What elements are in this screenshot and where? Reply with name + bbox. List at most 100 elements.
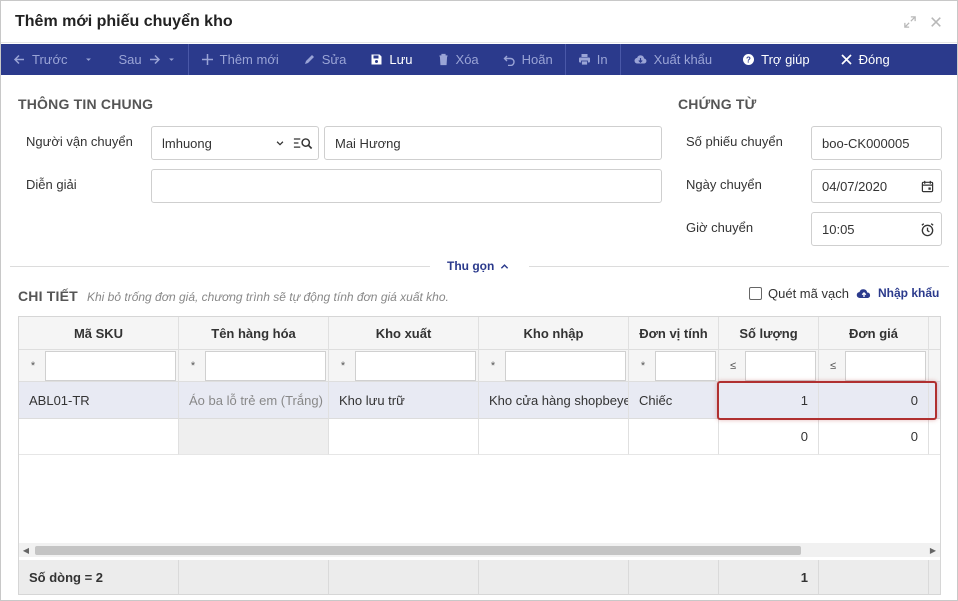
filter-op[interactable]: * xyxy=(21,360,45,372)
barcode-scan-toggle[interactable]: Quét mã vạch xyxy=(749,286,849,301)
chevron-down-icon[interactable] xyxy=(272,135,288,151)
calendar-icon[interactable] xyxy=(919,178,935,194)
printer-icon xyxy=(578,54,590,66)
col-header-sku[interactable]: Mã SKU xyxy=(19,317,179,350)
alarm-clock-icon[interactable] xyxy=(919,221,935,237)
search-list-icon[interactable] xyxy=(292,135,314,151)
cell-unit[interactable]: Chiếc xyxy=(629,382,719,419)
footer-cell xyxy=(629,560,719,594)
edit-button[interactable]: Sửa xyxy=(291,44,359,75)
save-label: Lưu xyxy=(389,52,413,67)
filter-op[interactable]: * xyxy=(181,360,205,372)
detail-grid: Mã SKU Tên hàng hóa Kho xuất Kho nhập Đơ… xyxy=(18,316,941,595)
note-label: Diễn giải xyxy=(26,177,77,192)
col-header-source-warehouse[interactable]: Kho xuất xyxy=(329,317,479,350)
footer-cell xyxy=(929,560,940,594)
help-button[interactable]: ? Trợ giúp xyxy=(724,44,822,75)
scroll-left-icon[interactable]: ◀ xyxy=(19,543,33,557)
table-row[interactable]: 0 0 xyxy=(19,419,940,455)
grid-filter-row: * * * * * ≤ ≤ xyxy=(19,350,940,382)
dialog-title: Thêm mới phiếu chuyển kho xyxy=(15,12,233,30)
scroll-right-icon[interactable]: ▶ xyxy=(926,543,940,557)
cell-source-warehouse[interactable] xyxy=(329,419,479,455)
filter-input[interactable] xyxy=(205,350,326,381)
dialog-titlebar: Thêm mới phiếu chuyển kho xyxy=(1,1,957,43)
close-x-icon xyxy=(841,54,852,65)
filter-input[interactable] xyxy=(655,350,716,381)
barcode-checkbox[interactable] xyxy=(749,287,762,300)
filter-input[interactable] xyxy=(845,350,926,381)
filter-op[interactable]: * xyxy=(481,360,505,372)
close-icon[interactable] xyxy=(929,15,943,29)
cell-target-warehouse[interactable] xyxy=(479,419,629,455)
save-button[interactable]: Lưu xyxy=(358,44,424,75)
cell-unit[interactable] xyxy=(629,419,719,455)
cell-sku[interactable] xyxy=(19,419,179,455)
footer-quantity-total: 1 xyxy=(719,560,819,594)
print-button[interactable]: In xyxy=(566,44,620,75)
table-row[interactable]: ABL01-TR Áo ba lỗ trẻ em (Trắng) Kho lưu… xyxy=(19,382,940,419)
toolbar: Trước Sau Thêm mới Sửa Lưu Xóa Hoãn In X… xyxy=(1,44,957,75)
cell-unit-price[interactable]: 0 xyxy=(819,419,929,455)
transfer-date-field[interactable]: 04/07/2020 xyxy=(811,169,942,203)
voucher-number-label: Số phiếu chuyển xyxy=(686,134,783,149)
cell-source-warehouse[interactable]: Kho lưu trữ xyxy=(329,382,479,419)
col-header-unit[interactable]: Đơn vị tính xyxy=(629,317,719,350)
filter-op[interactable]: ≤ xyxy=(721,360,745,372)
delete-label: Xóa xyxy=(455,52,479,67)
cell-quantity[interactable]: 1 xyxy=(719,382,819,419)
filter-extra xyxy=(929,350,940,382)
transfer-time-field[interactable]: 10:05 xyxy=(811,212,942,246)
carrier-label: Người vận chuyển xyxy=(26,134,133,149)
cell-sku[interactable]: ABL01-TR xyxy=(19,382,179,419)
prev-button[interactable]: Trước xyxy=(1,44,105,75)
cell-quantity[interactable]: 0 xyxy=(719,419,819,455)
close-label: Đóng xyxy=(858,52,890,67)
close-button[interactable]: Đóng xyxy=(822,44,902,75)
edit-label: Sửa xyxy=(321,52,347,67)
plus-icon xyxy=(201,54,213,65)
caret-down-icon xyxy=(168,58,174,61)
import-button[interactable]: Nhập khẩu xyxy=(856,286,939,300)
carrier-name-field[interactable]: Mai Hương xyxy=(324,126,662,160)
detail-section-title: CHI TIẾT xyxy=(18,288,78,304)
col-header-target-warehouse[interactable]: Kho nhập xyxy=(479,317,629,350)
col-header-unit-price[interactable]: Đơn giá xyxy=(819,317,929,350)
general-section-title: THÔNG TIN CHUNG xyxy=(18,96,154,112)
svg-text:?: ? xyxy=(746,56,751,65)
horizontal-scrollbar[interactable]: ◀ ▶ xyxy=(19,543,940,557)
carrier-code-select[interactable]: lmhuong xyxy=(151,126,319,160)
undo-button[interactable]: Hoãn xyxy=(491,44,565,75)
cell-extra xyxy=(929,419,940,455)
cell-unit-price[interactable]: 0 xyxy=(819,382,929,419)
add-button[interactable]: Thêm mới xyxy=(189,44,291,75)
expand-icon[interactable] xyxy=(903,15,917,29)
col-header-item-name[interactable]: Tên hàng hóa xyxy=(179,317,329,350)
delete-button[interactable]: Xóa xyxy=(425,44,491,75)
collapse-toggle[interactable]: Thu gọn xyxy=(447,259,509,273)
collapse-label: Thu gọn xyxy=(447,259,495,273)
grid-header: Mã SKU Tên hàng hóa Kho xuất Kho nhập Đơ… xyxy=(19,317,940,350)
cell-item-name[interactable] xyxy=(179,419,329,455)
filter-input[interactable] xyxy=(355,350,476,381)
filter-input[interactable] xyxy=(745,350,816,381)
voucher-number-field[interactable]: boo-CK000005 xyxy=(811,126,942,160)
filter-op[interactable]: * xyxy=(331,360,355,372)
export-button[interactable]: Xuất khẩu xyxy=(621,44,725,75)
filter-input[interactable] xyxy=(505,350,626,381)
grid-footer: Số dòng = 2 1 xyxy=(19,560,940,594)
filter-unit-price: ≤ xyxy=(819,350,929,382)
filter-op[interactable]: ≤ xyxy=(821,360,845,372)
note-field[interactable] xyxy=(151,169,662,203)
next-button[interactable]: Sau xyxy=(105,44,188,75)
cell-target-warehouse[interactable]: Kho cửa hàng shopbeyeu xyxy=(479,382,629,419)
scrollbar-thumb[interactable] xyxy=(35,546,801,555)
filter-input[interactable] xyxy=(45,350,176,381)
col-header-quantity[interactable]: Số lượng xyxy=(719,317,819,350)
filter-op[interactable]: * xyxy=(631,360,655,372)
footer-cell xyxy=(179,560,329,594)
export-label: Xuất khẩu xyxy=(653,52,713,67)
voucher-number-value: boo-CK000005 xyxy=(822,135,910,151)
cell-item-name[interactable]: Áo ba lỗ trẻ em (Trắng) xyxy=(179,382,329,419)
filter-unit: * xyxy=(629,350,719,382)
